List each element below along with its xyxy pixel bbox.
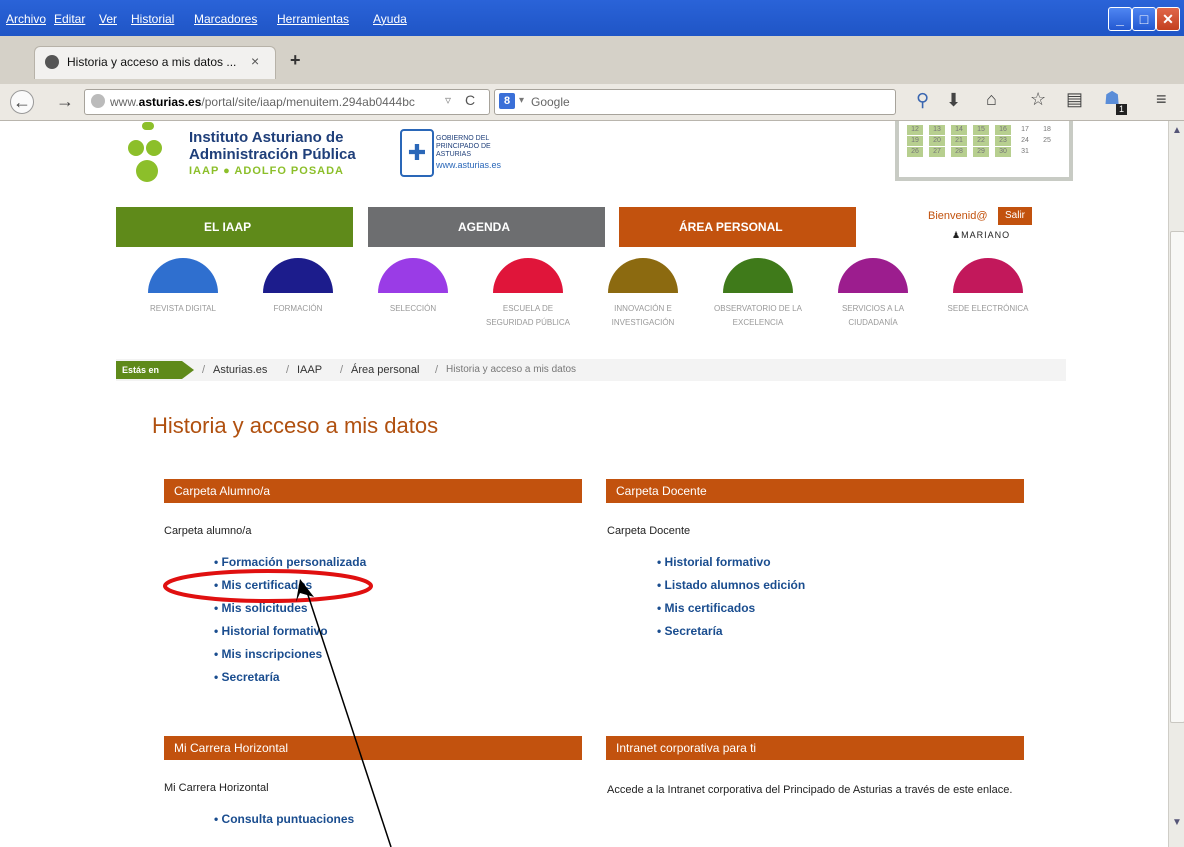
forward-icon[interactable]: → — [56, 91, 74, 112]
favicon-icon — [45, 55, 59, 69]
menu-historial[interactable]: Historial — [131, 12, 174, 26]
minimize-icon[interactable]: _ — [1108, 7, 1132, 31]
search-bar[interactable]: 8 ▾ Google — [494, 89, 896, 115]
reading-list-icon[interactable]: ▤ — [1066, 89, 1083, 110]
tab-title: Historia y acceso a mis datos ... — [67, 55, 237, 69]
search-engine-dropdown-icon[interactable]: ▾ — [519, 95, 524, 106]
addon-badge: 1 — [1116, 104, 1127, 115]
tab-close-icon[interactable]: × — [251, 53, 259, 69]
reload-icon[interactable]: C — [465, 92, 475, 108]
highlight-ellipse — [163, 569, 373, 603]
scroll-down-icon[interactable]: ▼ — [1172, 817, 1182, 828]
url-text: www.asturias.es/portal/site/iaap/menuite… — [110, 95, 415, 109]
menu-ayuda[interactable]: Ayuda — [373, 12, 407, 26]
menu-marcadores[interactable]: Marcadores — [194, 12, 257, 26]
menu-archivo[interactable]: Archivo — [6, 12, 46, 26]
annotation-arrow-line — [305, 588, 392, 847]
google-search-icon[interactable]: 8 — [499, 93, 515, 109]
url-dropdown-icon[interactable]: ▿ — [445, 93, 451, 107]
annotation-overlay — [163, 569, 392, 847]
url-bar[interactable]: www.asturias.es/portal/site/iaap/menuite… — [84, 89, 490, 115]
back-icon[interactable]: ← — [10, 90, 34, 114]
browser-tab[interactable]: Historia y acceso a mis datos ... × — [34, 46, 276, 79]
bookmark-star-icon[interactable]: ☆ — [1030, 89, 1046, 110]
search-magnifier-icon[interactable]: ⚲ — [916, 90, 929, 111]
scroll-up-icon[interactable]: ▲ — [1172, 125, 1182, 136]
close-window-icon[interactable]: ✕ — [1156, 7, 1180, 31]
menu-herramientas[interactable]: Herramientas — [277, 12, 349, 26]
search-placeholder: Google — [531, 95, 570, 109]
new-tab-button[interactable]: + — [290, 50, 301, 71]
scroll-thumb[interactable] — [1170, 231, 1184, 723]
menu-editar[interactable]: Editar — [54, 12, 85, 26]
menu-ver[interactable]: Ver — [99, 12, 117, 26]
menu-bar: Archivo Editar Ver Historial Marcadores … — [0, 0, 1184, 36]
page-scrollbar[interactable]: ▲ ▼ — [1168, 121, 1184, 847]
web-page: Instituto Asturiano de Administración Pú… — [8, 121, 1168, 847]
download-icon[interactable]: ⬇ — [946, 90, 961, 111]
maximize-icon[interactable]: □ — [1132, 7, 1156, 31]
menu-hamburger-icon[interactable]: ≡ — [1156, 89, 1167, 110]
globe-icon — [91, 94, 105, 108]
home-icon[interactable]: ⌂ — [986, 89, 997, 110]
